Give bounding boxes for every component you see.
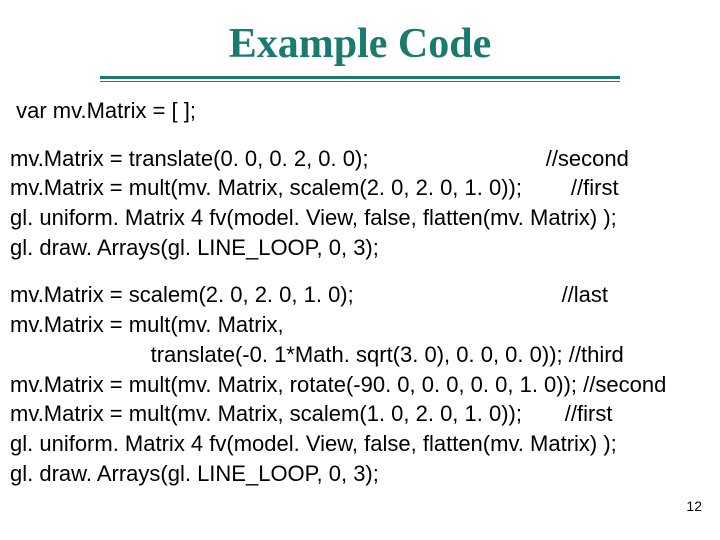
slide-title: Example Code (0, 20, 720, 68)
code-line: mv.Matrix = mult(mv. Matrix, scalem(2. 0… (10, 173, 710, 203)
code-line: mv.Matrix = scalem(2. 0, 2. 0, 1. 0); //… (10, 280, 710, 310)
code-line: gl. draw. Arrays(gl. LINE_LOOP, 0, 3); (10, 233, 710, 263)
code-decl-block: var mv.Matrix = [ ]; (10, 96, 710, 126)
title-underline (100, 76, 620, 82)
title-area: Example Code (0, 0, 720, 76)
code-line: mv.Matrix = translate(0. 0, 0. 2, 0. 0);… (10, 144, 710, 174)
rule-thick (100, 76, 620, 79)
code-line: gl. draw. Arrays(gl. LINE_LOOP, 0, 3); (10, 459, 710, 489)
code-line: gl. uniform. Matrix 4 fv(model. View, fa… (10, 203, 710, 233)
code-line: gl. uniform. Matrix 4 fv(model. View, fa… (10, 429, 710, 459)
code-line: mv.Matrix = mult(mv. Matrix, rotate(-90.… (10, 370, 710, 400)
code-content: var mv.Matrix = [ ]; mv.Matrix = transla… (0, 96, 720, 488)
page-number: 12 (686, 498, 702, 514)
code-line: var mv.Matrix = [ ]; (10, 96, 710, 126)
code-block-2: mv.Matrix = scalem(2. 0, 2. 0, 1. 0); //… (10, 280, 710, 488)
code-line: translate(-0. 1*Math. sqrt(3. 0), 0. 0, … (10, 340, 710, 370)
rule-thin (100, 81, 620, 82)
code-line: mv.Matrix = mult(mv. Matrix, (10, 310, 710, 340)
code-line: mv.Matrix = mult(mv. Matrix, scalem(1. 0… (10, 399, 710, 429)
code-block-1: mv.Matrix = translate(0. 0, 0. 2, 0. 0);… (10, 144, 710, 263)
